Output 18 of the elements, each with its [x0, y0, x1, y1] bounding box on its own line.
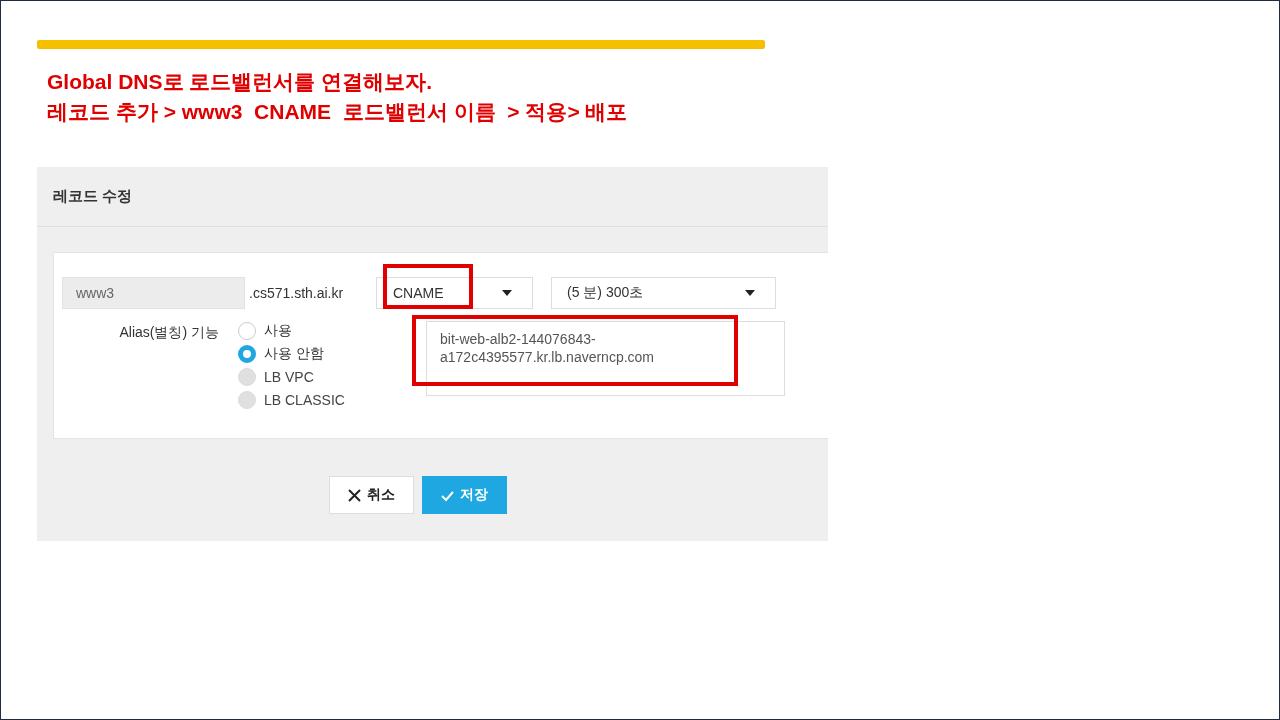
slide-title: Global DNS로 로드밸런서를 연결해보자. [47, 69, 433, 95]
radio-button[interactable] [238, 322, 256, 340]
radio-label: 사용 [264, 322, 292, 340]
cancel-button[interactable]: 취소 [328, 476, 414, 514]
dialog-title: 레코드 수정 [53, 187, 133, 206]
close-icon [347, 488, 361, 502]
ttl-dropdown[interactable]: (5 분) 300초 [551, 277, 776, 309]
radio-button[interactable] [238, 345, 256, 363]
domain-suffix: .cs571.sth.ai.kr [249, 285, 345, 301]
radio-label: 사용 안함 [264, 345, 324, 363]
record-value-field[interactable]: bit-web-alb2-144076843- a172c4395577.kr.lb.naverncp.com [426, 321, 785, 396]
radio-label: LB CLASSIC [264, 392, 345, 408]
alias-label: Alias(별칭) 기능 [118, 324, 219, 342]
record-name-field[interactable]: www3 [62, 277, 245, 309]
caret-icon [745, 290, 755, 296]
radio-label: LB VPC [264, 369, 314, 385]
caret-icon [502, 290, 512, 296]
slide-title: 레코드 추가 > www3 CNAME 로드밸런서 이름 > 적용> 배포 [47, 99, 629, 125]
